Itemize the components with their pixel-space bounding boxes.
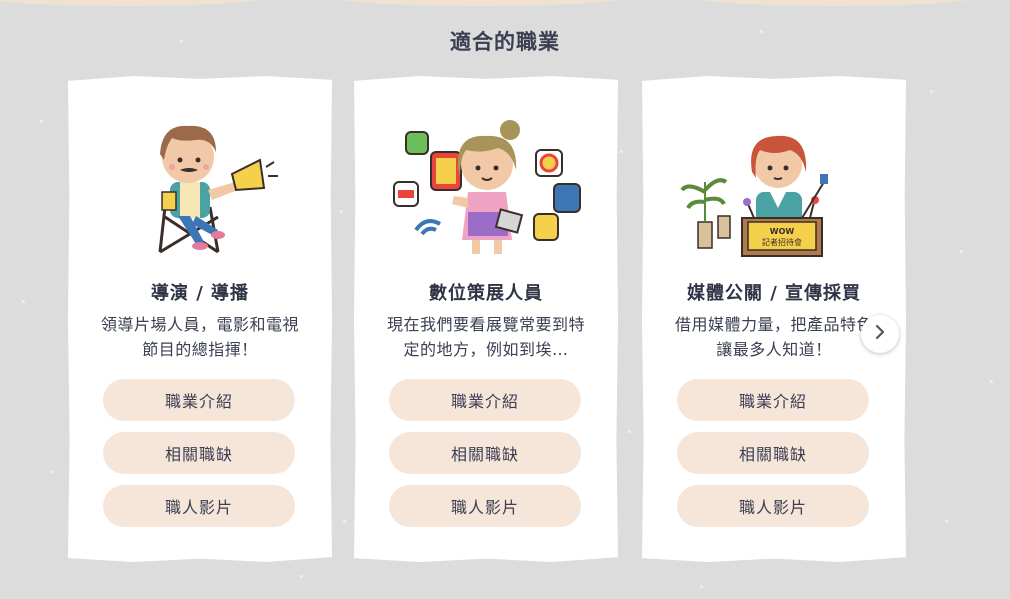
career-title: 導演 / 導播	[150, 283, 250, 304]
header-decoration	[330, 0, 630, 6]
career-intro-button[interactable]: 職業介紹	[677, 379, 869, 421]
career-title: 數位策展人員	[429, 283, 543, 304]
career-description: 現在我們要看展覽常要到特定的地方，例如到埃…	[386, 315, 585, 359]
career-intro-button[interactable]: 職業介紹	[389, 379, 581, 421]
director-illustration	[68, 112, 332, 262]
career-card: 導演 / 導播 領導片場人員，電影和電視節目的總指揮！ 職業介紹 相關職缺 職人…	[68, 76, 332, 562]
career-intro-button[interactable]: 職業介紹	[103, 379, 295, 421]
related-jobs-button[interactable]: 相關職缺	[677, 432, 869, 474]
career-video-button[interactable]: 職人影片	[103, 485, 295, 527]
podium-sign-line-1: WOW	[770, 227, 795, 236]
section-title: 適合的職業	[450, 30, 560, 54]
header-decoration	[690, 0, 980, 6]
career-description: 借用媒體力量，把產品特色讓最多人知道！	[674, 315, 873, 359]
career-video-button[interactable]: 職人影片	[677, 485, 869, 527]
career-card: 數位策展人員 現在我們要看展覽常要到特定的地方，例如到埃… 職業介紹 相關職缺 …	[354, 76, 618, 562]
career-title: 媒體公關 / 宣傳採買	[686, 283, 862, 304]
related-jobs-button[interactable]: 相關職缺	[389, 432, 581, 474]
pr-illustration: WOW 記者招待會	[642, 112, 906, 262]
chevron-right-icon	[873, 324, 887, 344]
related-jobs-button[interactable]: 相關職缺	[103, 432, 295, 474]
career-video-button[interactable]: 職人影片	[389, 485, 581, 527]
carousel-next-button[interactable]	[861, 315, 899, 353]
curator-illustration	[354, 112, 618, 262]
header-decoration	[0, 0, 270, 6]
podium-sign-line-2: 記者招待會	[762, 237, 802, 247]
career-description: 領導片場人員，電影和電視節目的總指揮！	[100, 315, 299, 359]
